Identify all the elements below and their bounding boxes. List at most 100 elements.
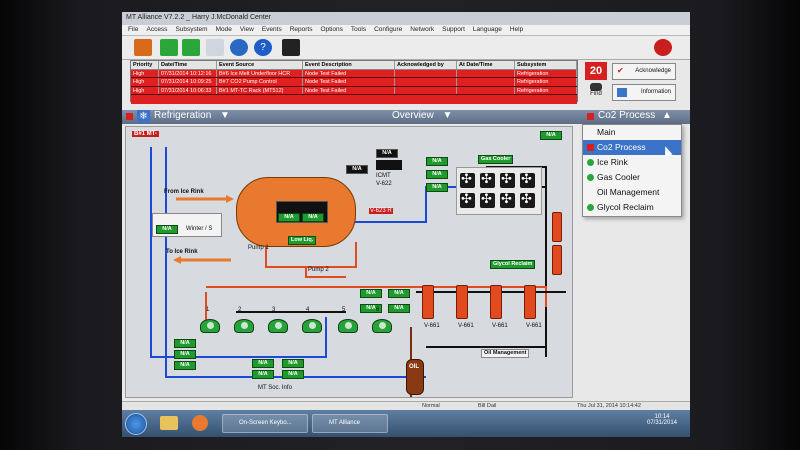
acknowledge-button[interactable]: ✔ Acknowledge xyxy=(612,63,676,80)
col-subsystem[interactable]: Subsystem xyxy=(515,61,577,69)
table-row[interactable]: High 07/31/2014 10:06:33 B#1 MT-TC Rack … xyxy=(131,86,577,95)
start-button-icon[interactable] xyxy=(125,413,147,435)
na-readout[interactable]: N/A xyxy=(426,170,448,179)
report-icon[interactable] xyxy=(282,39,300,56)
na-readout[interactable]: N/A xyxy=(174,339,196,348)
v622-label: V-622 xyxy=(376,181,392,187)
menu-help[interactable]: Help xyxy=(510,26,523,34)
col-datetime[interactable]: Date/Time xyxy=(159,61,217,69)
menu-subsystem[interactable]: Subsystem xyxy=(175,26,207,34)
na-readout[interactable]: N/A xyxy=(282,370,304,379)
taskbar-clock[interactable]: 10:14 07/31/2014 xyxy=(642,414,682,426)
separator-tank[interactable] xyxy=(552,245,562,275)
to-ice-rink-label: To Ice Rink xyxy=(166,249,198,255)
menu-tools[interactable]: Tools xyxy=(351,26,366,34)
na-readout[interactable]: N/A xyxy=(156,225,178,234)
separator-tank[interactable] xyxy=(456,285,468,319)
separator-tank[interactable] xyxy=(422,285,434,319)
trend-graph-icon[interactable] xyxy=(206,39,224,56)
edit-tool-icon[interactable] xyxy=(134,39,152,56)
explorer-icon[interactable] xyxy=(160,416,178,430)
globe-icon[interactable] xyxy=(230,39,248,56)
na-readout[interactable]: N/A xyxy=(174,350,196,359)
help-icon[interactable]: ? xyxy=(254,39,272,56)
table-row[interactable] xyxy=(131,95,577,104)
menu-file[interactable]: File xyxy=(128,26,138,34)
separator-tank[interactable] xyxy=(552,212,562,242)
process-diagram: B#1 MT- N/A N/A N/A Low Liq. From Ice Ri… xyxy=(125,126,573,398)
table-row[interactable]: High 07/31/2014 10:09:25 B#7 CO2 Pump Co… xyxy=(131,78,577,87)
dropdown-item-glycol-reclaim[interactable]: Glycol Reclaim xyxy=(583,200,681,215)
na-readout[interactable]: N/A xyxy=(282,359,304,368)
icmt-label: ICMT xyxy=(376,173,391,179)
na-readout[interactable]: N/A xyxy=(388,289,410,298)
menu-events[interactable]: Events xyxy=(262,26,282,34)
cell-acknowledged-by xyxy=(395,78,457,86)
compressor-icon[interactable] xyxy=(338,319,358,333)
na-readout[interactable]: N/A xyxy=(252,359,274,368)
status-indicator-icon xyxy=(587,113,594,120)
na-readout[interactable]: N/A xyxy=(376,149,398,158)
menu-support[interactable]: Support xyxy=(442,26,465,34)
find-button[interactable]: Find xyxy=(585,82,607,102)
col-priority[interactable]: Priority xyxy=(131,61,159,69)
compressor-icon[interactable] xyxy=(302,319,322,333)
subsystem-selector[interactable]: Refrigeration ▼ xyxy=(154,110,230,121)
pump1-label: Pump 1 xyxy=(248,245,269,251)
group-icon[interactable] xyxy=(182,39,200,56)
na-readout[interactable]: N/A xyxy=(540,131,562,140)
col-at-datetime[interactable]: At Date/Time xyxy=(457,61,515,69)
dropdown-item-main[interactable]: Main xyxy=(583,125,681,140)
na-readout[interactable]: N/A xyxy=(388,304,410,313)
compressor-icon[interactable] xyxy=(372,319,392,333)
cell-priority: High xyxy=(131,78,159,86)
dropdown-item-oil-management[interactable]: Oil Management xyxy=(583,185,681,200)
oil-management-button[interactable]: Oil Management xyxy=(481,349,530,358)
na-readout[interactable]: N/A xyxy=(360,289,382,298)
status-dot-icon xyxy=(587,159,594,166)
taskbar-item-keyboard[interactable]: On-Screen Keybo... xyxy=(222,414,308,433)
na-readout[interactable]: N/A xyxy=(252,370,274,379)
logout-icon[interactable] xyxy=(654,39,672,56)
chevron-up-icon: ▲ xyxy=(662,110,672,121)
dropdown-item-label: Oil Management xyxy=(597,187,660,197)
dropdown-item-gas-cooler[interactable]: Gas Cooler xyxy=(583,170,681,185)
low-liquid-label: Low Liq. xyxy=(288,236,317,245)
compressor-icon[interactable] xyxy=(234,319,254,333)
cell-at-datetime xyxy=(457,78,515,86)
separator-tank[interactable] xyxy=(490,285,502,319)
menu-mode[interactable]: Mode xyxy=(216,26,232,34)
dropdown-item-ice-rink[interactable]: Ice Rink xyxy=(583,155,681,170)
menu-view[interactable]: View xyxy=(240,26,254,34)
menu-language[interactable]: Language xyxy=(473,26,502,34)
menu-configure[interactable]: Configure xyxy=(374,26,402,34)
compressor-icon[interactable] xyxy=(200,319,220,333)
col-event-source[interactable]: Event Source xyxy=(217,61,303,69)
col-acknowledged-by[interactable]: Acknowledged by xyxy=(395,61,457,69)
na-readout[interactable]: N/A xyxy=(278,213,300,222)
view-selector[interactable]: Overview ▼ xyxy=(392,110,452,121)
compressor-icon[interactable] xyxy=(268,319,288,333)
checkmark-icon[interactable] xyxy=(160,39,178,56)
media-player-icon[interactable] xyxy=(192,415,208,431)
na-readout[interactable]: N/A xyxy=(174,361,196,370)
taskbar-item-mt-alliance[interactable]: MT Alliance xyxy=(312,414,388,433)
menu-network[interactable]: Network xyxy=(410,26,434,34)
compressor-number: 4 xyxy=(306,307,310,313)
menu-reports[interactable]: Reports xyxy=(290,26,313,34)
na-readout[interactable]: N/A xyxy=(426,183,448,192)
na-readout[interactable]: N/A xyxy=(426,157,448,166)
na-readout[interactable]: N/A xyxy=(346,165,368,174)
table-row[interactable]: High 07/31/2014 10:12:16 B#6 Ice Melt Un… xyxy=(131,69,577,78)
na-readout[interactable]: N/A xyxy=(302,213,324,222)
col-event-description[interactable]: Event Description xyxy=(303,61,395,69)
cell-datetime: 07/31/2014 10:12:16 xyxy=(159,69,217,77)
status-user: Bill Dail xyxy=(478,403,497,409)
menu-access[interactable]: Access xyxy=(146,26,167,34)
screen-selector[interactable]: Co2 Process ▲ xyxy=(598,110,672,121)
valve-label: V-661 xyxy=(492,323,508,329)
separator-tank[interactable] xyxy=(524,285,536,319)
menu-options[interactable]: Options xyxy=(320,26,342,34)
dropdown-item-label: Gas Cooler xyxy=(597,172,640,182)
information-button[interactable]: Information xyxy=(612,84,676,101)
